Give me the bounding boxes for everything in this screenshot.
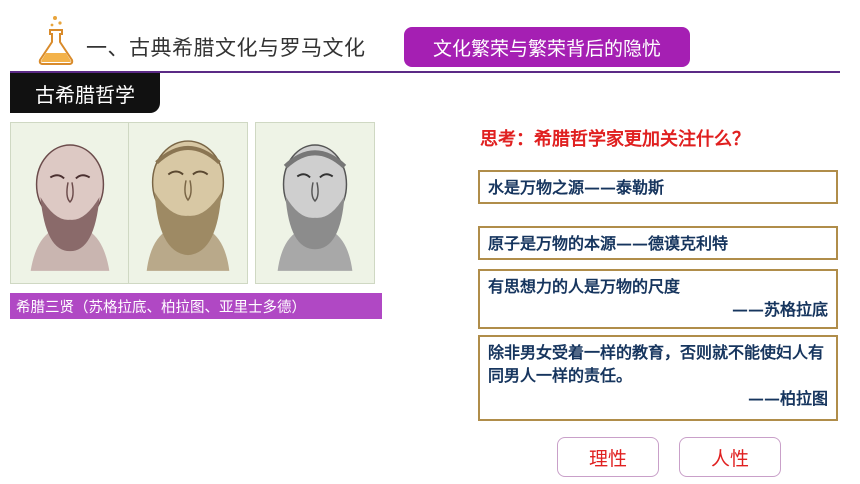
portraits-caption: 希腊三贤（苏格拉底、柏拉图、亚里士多德） <box>10 293 382 319</box>
quote-text: 有思想力的人是万物的尺度 <box>488 277 681 296</box>
quote-text: 原子是万物的本源——德谟克利特 <box>488 234 729 253</box>
flask-icon <box>36 14 76 66</box>
portrait-plato <box>128 122 248 284</box>
answer-rationality-button[interactable]: 理性 <box>557 437 659 477</box>
quote-author: ——柏拉图 <box>747 389 828 409</box>
section-tab: 古希腊哲学 <box>10 73 160 113</box>
quote-text: 除非男女受着一样的教育，否则就不能使妇人有同男人一样的责任。 <box>488 343 825 386</box>
page-title: 一、古典希腊文化与罗马文化 <box>86 36 366 60</box>
quote-box-democritus: 原子是万物的本源——德谟克利特 <box>478 226 838 260</box>
quote-text: 水是万物之源——泰勒斯 <box>488 178 665 197</box>
quote-box-socrates: 有思想力的人是万物的尺度 ——苏格拉底 <box>478 269 838 329</box>
question-heading: 思考：希腊哲学家更加关注什么？ <box>480 129 750 150</box>
portrait-aristotle <box>255 122 375 284</box>
quote-author: ——苏格拉底 <box>731 300 828 320</box>
quote-box-thales: 水是万物之源——泰勒斯 <box>478 170 838 204</box>
answer-humanity-button[interactable]: 人性 <box>679 437 781 477</box>
portrait-socrates <box>10 122 130 284</box>
topic-button[interactable]: 文化繁荣与繁荣背后的隐忧 <box>404 27 690 67</box>
quote-box-plato: 除非男女受着一样的教育，否则就不能使妇人有同男人一样的责任。 ——柏拉图 <box>478 335 838 421</box>
